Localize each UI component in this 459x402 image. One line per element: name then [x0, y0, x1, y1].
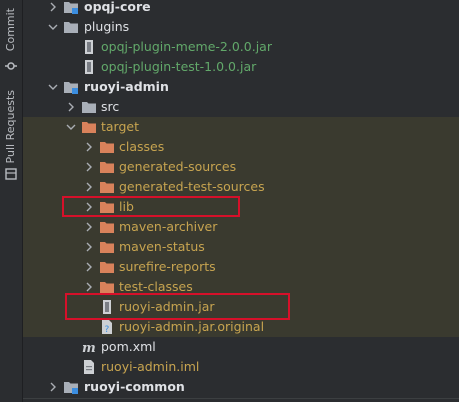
highlight-box-lib: [62, 196, 240, 217]
tree-label: plugins: [84, 19, 130, 34]
tree-label: target: [101, 119, 140, 134]
excluded-folder-icon: [99, 260, 115, 274]
module-folder-icon: [63, 80, 79, 94]
tree-node-plugin-test-jar[interactable]: opqj-plugin-test-1.0.0.jar: [23, 57, 459, 77]
jar-icon: [81, 40, 97, 54]
tree-label: ruoyi-admin: [84, 79, 169, 94]
excluded-folder-icon: [99, 140, 115, 154]
tool-window-strip: Commit Pull Requests: [0, 0, 23, 402]
tree-node-ruoyi-admin-iml[interactable]: ruoyi-admin.iml: [23, 357, 459, 377]
folder-icon: [63, 20, 79, 34]
chevron-right-icon[interactable]: [83, 157, 95, 177]
tree-node-plugins[interactable]: plugins: [23, 17, 459, 37]
chevron-right-icon[interactable]: [47, 377, 59, 397]
chevron-right-icon[interactable]: [83, 137, 95, 157]
tree-label: opqj-plugin-test-1.0.0.jar: [101, 59, 257, 74]
tree-label: opqj-plugin-meme-2.0.0.jar: [101, 39, 272, 54]
tree-label: maven-status: [119, 239, 205, 254]
tree-node-generated-test-sources[interactable]: generated-test-sources: [23, 177, 459, 197]
tree-label: ruoyi-admin.iml: [101, 359, 200, 374]
excluded-folder-icon: [99, 180, 115, 194]
chevron-right-icon[interactable]: [65, 97, 77, 117]
excluded-folder-icon: [99, 240, 115, 254]
svg-text:?: ?: [105, 325, 110, 334]
tree-label: opqj-core: [84, 0, 151, 14]
file-icon: [81, 360, 97, 374]
tree-label: maven-archiver: [119, 219, 218, 234]
maven-icon: m: [81, 340, 97, 356]
chevron-right-icon[interactable]: [83, 257, 95, 277]
bottom-divider: [23, 398, 459, 399]
tree-node-plugin-meme-jar[interactable]: opqj-plugin-meme-2.0.0.jar: [23, 37, 459, 57]
tree-label: ruoyi-admin.jar.original: [119, 319, 265, 334]
tree-node-ruoyi-common[interactable]: ruoyi-common: [23, 377, 459, 397]
tree-node-ruoyi-admin-jar-original[interactable]: ? ruoyi-admin.jar.original: [23, 317, 459, 337]
tree-label: src: [101, 99, 120, 114]
tree-label: generated-sources: [119, 159, 237, 174]
tree-node-ruoyi-admin[interactable]: ruoyi-admin: [23, 77, 459, 97]
commit-tab-label: Commit: [4, 8, 17, 52]
tree-label: classes: [119, 139, 165, 154]
chevron-down-icon[interactable]: [65, 117, 77, 137]
excluded-folder-icon: [99, 220, 115, 234]
chevron-right-icon[interactable]: [83, 177, 95, 197]
tree-label: generated-test-sources: [119, 179, 265, 194]
commit-icon: [5, 60, 17, 72]
tree-label: surefire-reports: [119, 259, 216, 274]
excluded-folder-icon: [81, 120, 97, 134]
tree-label: ruoyi-common: [84, 379, 185, 394]
pull-request-icon: [5, 168, 17, 180]
pull-requests-tab-label: Pull Requests: [4, 90, 17, 164]
pull-requests-tab[interactable]: Pull Requests: [0, 90, 22, 180]
svg-text:m: m: [82, 341, 96, 354]
module-folder-icon: [63, 0, 79, 14]
chevron-down-icon[interactable]: [47, 17, 59, 37]
tree-node-opqj-core[interactable]: opqj-core: [23, 0, 459, 17]
highlight-box-jar: [65, 293, 290, 320]
excluded-folder-icon: [99, 160, 115, 174]
tree-node-pom[interactable]: m pom.xml: [23, 337, 459, 357]
jar-icon: [81, 60, 97, 74]
chevron-right-icon[interactable]: [83, 217, 95, 237]
commit-tab[interactable]: Commit: [0, 8, 22, 72]
tree-node-surefire-reports[interactable]: surefire-reports: [23, 257, 459, 277]
chevron-right-icon[interactable]: [47, 0, 59, 17]
tree-node-classes[interactable]: classes: [23, 137, 459, 157]
tree-node-src[interactable]: src: [23, 97, 459, 117]
module-folder-icon: [63, 380, 79, 394]
tree-node-generated-sources[interactable]: generated-sources: [23, 157, 459, 177]
tree-node-maven-archiver[interactable]: maven-archiver: [23, 217, 459, 237]
tree-node-target[interactable]: target: [23, 117, 459, 137]
chevron-down-icon[interactable]: [47, 77, 59, 97]
unknown-file-icon: ?: [99, 320, 115, 335]
chevron-right-icon[interactable]: [83, 237, 95, 257]
tree-label: pom.xml: [101, 339, 156, 354]
excluded-folder-icon: [99, 280, 115, 294]
tree-node-maven-status[interactable]: maven-status: [23, 237, 459, 257]
folder-icon: [81, 100, 97, 114]
